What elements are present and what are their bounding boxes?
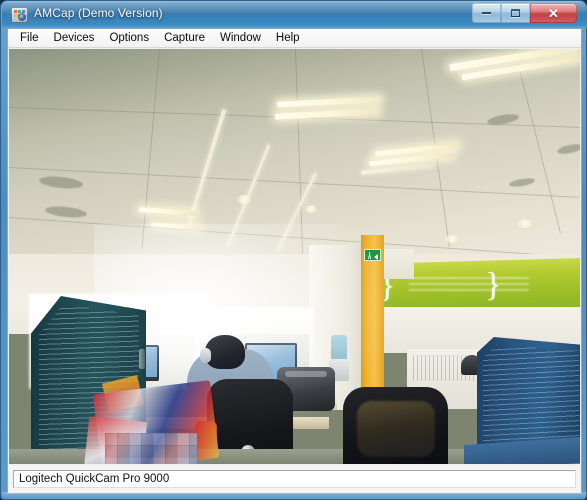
emergency-exit-sign [364, 249, 381, 261]
title-bar[interactable]: AMCap (Demo Version) ✕ [2, 2, 587, 28]
chair-reflection [357, 401, 435, 457]
camera-icon [11, 7, 28, 23]
status-device-text: Logitech QuickCam Pro 9000 [13, 470, 576, 488]
menu-item-window[interactable]: Window [213, 31, 268, 46]
water-cooler-bottle [331, 335, 347, 361]
person-seated-head [205, 335, 245, 369]
menu-bar: File Devices Options Capture Window Help [8, 29, 581, 48]
close-button[interactable]: ✕ [530, 3, 577, 23]
status-bar: Logitech QuickCam Pro 9000 [9, 466, 580, 492]
menu-item-capture[interactable]: Capture [157, 31, 212, 46]
menu-item-file[interactable]: File [13, 31, 46, 46]
menu-item-help[interactable]: Help [269, 31, 307, 46]
headphones [200, 348, 211, 363]
locker-handle [139, 349, 145, 369]
close-icon: ✕ [548, 5, 559, 21]
amcap-window: AMCap (Demo Version) ✕ File Devices Opti… [0, 0, 587, 500]
minimize-button[interactable] [472, 3, 501, 23]
menu-item-options[interactable]: Options [102, 31, 156, 46]
maximize-button[interactable] [501, 3, 530, 23]
ceiling [9, 49, 580, 264]
window-title: AMCap (Demo Version) [34, 6, 163, 20]
green-wall-text-blur [409, 277, 529, 293]
white-wall-patch [384, 249, 414, 279]
video-preview[interactable]: } } [9, 49, 580, 464]
client-area: File Devices Options Capture Window Help [7, 28, 582, 494]
menu-item-devices[interactable]: Devices [47, 31, 102, 46]
pixelation-censor-left-grid [105, 433, 197, 464]
